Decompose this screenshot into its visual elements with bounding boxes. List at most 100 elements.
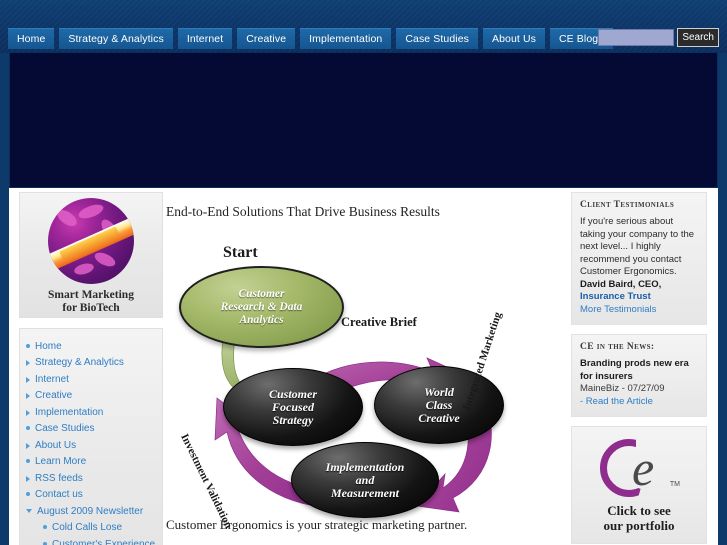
diagram-node-implementation[interactable]: Implementation and Measurement [291, 442, 439, 518]
sidebar-item-creative[interactable]: Creative [26, 388, 156, 405]
sidebar-item-case-studies[interactable]: Case Studies [26, 421, 156, 438]
arrow-bullet-icon [26, 376, 30, 383]
news-title: CE in the News: [580, 342, 655, 352]
read-article-link[interactable]: - Read the Article [580, 396, 698, 409]
sidebar-item-label: Creative [35, 390, 73, 401]
portfolio-panel[interactable]: e TM Click to see our portfolio [571, 426, 707, 544]
portfolio-line-2: our portfolio [603, 518, 675, 533]
site-header: Home Strategy & Analytics Internet Creative… [0, 0, 727, 53]
sidebar-item-label: Cold Calls Lose [52, 522, 123, 533]
testimonial-author: David Baird, CEO, [580, 278, 662, 290]
node-impl-line3: Measurement [330, 485, 399, 500]
nav-item-implementation[interactable]: Implementation [300, 28, 392, 49]
arrow-bullet-icon [26, 393, 30, 399]
sidebar-nav-panel: Home Strategy & Analytics Internet Creative… [19, 328, 163, 545]
sidebar-item-label: August 2009 Newsletter [37, 505, 144, 517]
sidebar-item-implementation[interactable]: Implementation [26, 404, 156, 421]
page-title: End-to-End Solutions That Drive Business… [166, 204, 440, 219]
arrow-bullet-icon [26, 475, 30, 482]
sidebar-item-label: Customer's Experience [52, 538, 156, 545]
node-strategy-line1: Customer [268, 386, 317, 401]
testimonial-company[interactable]: Insurance Trust [580, 291, 698, 304]
sidebar-item-learn-more[interactable]: Learn More [26, 454, 156, 471]
sidebar-item-label: Strategy & Analytics [35, 357, 124, 368]
dot-bullet-icon [26, 459, 30, 463]
more-testimonials-link[interactable]: More Testimonials [580, 304, 698, 317]
sidebar-item-internet[interactable]: Internet [26, 371, 156, 388]
hero-banner [9, 52, 718, 188]
ce-logo-icon: e TM [598, 437, 680, 499]
closing-statement: Customer Ergonomics is your strategic ma… [166, 517, 468, 532]
dot-bullet-icon [43, 541, 47, 545]
dot-bullet-icon [26, 426, 30, 430]
nav-item-home[interactable]: Home [8, 28, 55, 49]
sidebar-item-label: Internet [35, 373, 69, 385]
sidebar-item-customer-s-experience[interactable]: Customer's Experience [26, 536, 156, 545]
node-research-line1: Customer [238, 287, 285, 300]
nav-item-internet[interactable]: Internet [177, 28, 233, 49]
node-creative-line1: World [424, 384, 454, 399]
testimonials-title: Client Testimonials [580, 200, 675, 210]
right-sidebar: Client Testimonials If you're serious ab… [571, 192, 707, 545]
sidebar-logo-panel: Smart Marketing for BioTech [19, 192, 163, 318]
sidebar-item-home[interactable]: Home [26, 338, 156, 355]
sidebar-item-rss-feeds[interactable]: RSS feeds [26, 470, 156, 487]
nav-item-strategy-analytics[interactable]: Strategy & Analytics [59, 28, 173, 49]
search-button[interactable]: Search [677, 28, 719, 47]
node-research-line2: Research & Data [220, 300, 303, 313]
diagram-node-research[interactable]: Customer Research & Data Analytics [179, 266, 344, 348]
node-impl-line1: Implementation [325, 459, 405, 474]
sidebar-item-label: About Us [35, 439, 77, 451]
sidebar-item-label: Home [35, 340, 62, 352]
node-creative-line2: Class [425, 397, 453, 412]
sidebar-item-label: Learn More [35, 456, 87, 467]
sidebar-item-august-2009-newsletter[interactable]: August 2009 Newsletter [26, 503, 156, 520]
dot-bullet-icon [26, 492, 30, 496]
sidebar-item-label: Case Studies [35, 423, 95, 434]
candy-bacteria-icon [48, 198, 134, 284]
testimonial-quote: If you're serious about taking your comp… [580, 216, 695, 277]
sidebar-logo-text: Smart Marketing for BioTech [20, 289, 162, 315]
node-strategy-line3: Strategy [272, 412, 314, 427]
news-headline[interactable]: Branding prods new era for insurers [580, 358, 698, 383]
logo-line-2: for BioTech [62, 302, 120, 314]
trademark-symbol: TM [669, 481, 680, 488]
dot-bullet-icon [43, 525, 47, 529]
nav-item-about-us[interactable]: About Us [482, 28, 545, 49]
sidebar-item-label: RSS feeds [35, 472, 83, 484]
page-body: Smart Marketing for BioTech Home Strategy… [9, 188, 718, 545]
diagram-label-creative-brief: Creative Brief [341, 315, 417, 329]
process-cycle-diagram: Start Customer Research & Data Analytics… [161, 220, 561, 530]
ce-letter-e: e [632, 440, 655, 496]
dot-bullet-icon [26, 343, 30, 348]
testimonials-panel: Client Testimonials If you're serious ab… [571, 192, 707, 325]
arrow-bullet-icon [26, 409, 30, 416]
sidebar-item-label: Contact us [35, 489, 83, 500]
portfolio-line-1: Click to see [607, 503, 671, 518]
node-creative-line3: Creative [418, 410, 460, 425]
sidebar-item-label: Implementation [35, 406, 104, 418]
main-content: End-to-End Solutions That Drive Business… [161, 192, 561, 532]
diagram-start-label: Start [223, 244, 258, 261]
main-navigation: Home Strategy & Analytics Internet Creative… [8, 28, 613, 49]
arrow-bullet-icon [26, 360, 30, 366]
nav-item-creative[interactable]: Creative [237, 28, 296, 49]
left-sidebar: Smart Marketing for BioTech Home Strategy… [19, 192, 163, 545]
search-area: Search [598, 28, 719, 47]
diagram-node-strategy[interactable]: Customer Focused Strategy [223, 368, 363, 446]
node-strategy-line2: Focused [271, 399, 314, 414]
sidebar-item-cold-calls-lose[interactable]: Cold Calls Lose [26, 520, 156, 537]
sidebar-item-about-us[interactable]: About Us [26, 437, 156, 454]
news-meta: MaineBiz - 07/27/09 [580, 383, 665, 394]
diagram-node-creative[interactable]: World Class Creative [374, 366, 504, 444]
news-panel: CE in the News: Branding prods new era f… [571, 334, 707, 417]
nav-item-case-studies[interactable]: Case Studies [396, 28, 478, 49]
down-bullet-icon [26, 508, 32, 513]
node-impl-line2: and [355, 472, 375, 487]
arrow-bullet-icon [26, 442, 30, 449]
logo-line-1: Smart Marketing [48, 289, 134, 301]
search-input[interactable] [598, 29, 675, 46]
node-research-line3: Analytics [239, 313, 284, 326]
sidebar-item-strategy-analytics[interactable]: Strategy & Analytics [26, 355, 156, 372]
sidebar-item-contact-us[interactable]: Contact us [26, 487, 156, 504]
